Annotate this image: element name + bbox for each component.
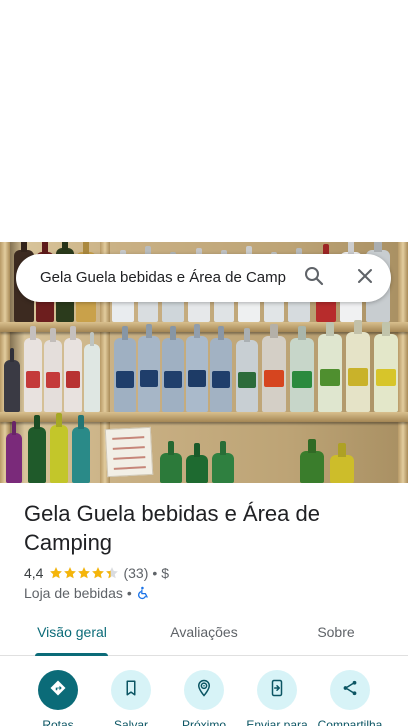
separator: • xyxy=(152,565,158,581)
action-row: Rotas Salvar Próximo Enviar para Compart… xyxy=(0,668,408,726)
tab-indicator xyxy=(35,653,108,656)
search-input[interactable] xyxy=(40,254,302,302)
star-icon xyxy=(49,566,63,580)
star-icon xyxy=(105,566,119,580)
category-label: Loja de bebidas xyxy=(24,585,123,601)
send-to-phone-button[interactable]: Enviar para xyxy=(237,670,317,726)
send-to-phone-icon xyxy=(268,679,286,702)
tab-bar: Visão geral Avaliações Sobre xyxy=(0,612,408,656)
star-icon xyxy=(91,566,105,580)
directions-button[interactable]: Rotas xyxy=(18,670,98,726)
search-bar xyxy=(16,254,391,302)
save-button[interactable]: Salvar xyxy=(91,670,171,726)
share-label: Compartilha xyxy=(317,718,383,726)
review-count: (33) xyxy=(123,565,149,581)
tab-overview[interactable]: Visão geral xyxy=(24,612,120,654)
directions-label: Rotas xyxy=(42,718,74,726)
nearby-button[interactable]: Próximo xyxy=(164,670,244,726)
separator: • xyxy=(126,585,132,601)
save-label: Salvar xyxy=(113,718,148,726)
nearby-icon xyxy=(195,679,213,702)
star-icon xyxy=(77,566,91,580)
rating-score: 4,4 xyxy=(24,565,44,581)
search-button[interactable] xyxy=(294,258,334,298)
rating-stars xyxy=(49,566,119,580)
search-icon xyxy=(302,264,326,293)
share-icon xyxy=(341,679,359,702)
share-button[interactable]: Compartilha xyxy=(310,670,390,726)
tab-about[interactable]: Sobre xyxy=(288,612,384,654)
promo-sign xyxy=(104,426,154,478)
directions-icon xyxy=(49,679,67,702)
bookmark-icon xyxy=(122,679,140,702)
place-title: Gela Guela bebidas e Área de Camping xyxy=(24,501,320,555)
place-sheet: Gela Guela bebidas e Área de Camping 4,4… xyxy=(0,0,408,726)
close-icon xyxy=(353,264,377,293)
wheelchair-icon xyxy=(136,586,150,600)
close-button[interactable] xyxy=(345,258,385,298)
price-level: $ xyxy=(161,565,170,581)
category-row: Loja de bebidas • xyxy=(24,584,150,602)
send-to-phone-label: Enviar para xyxy=(246,718,308,726)
star-icon xyxy=(63,566,77,580)
rating-row[interactable]: 4,4 (33) • $ xyxy=(24,563,169,583)
nearby-label: Próximo xyxy=(181,718,226,726)
tab-reviews[interactable]: Avaliações xyxy=(156,612,252,654)
